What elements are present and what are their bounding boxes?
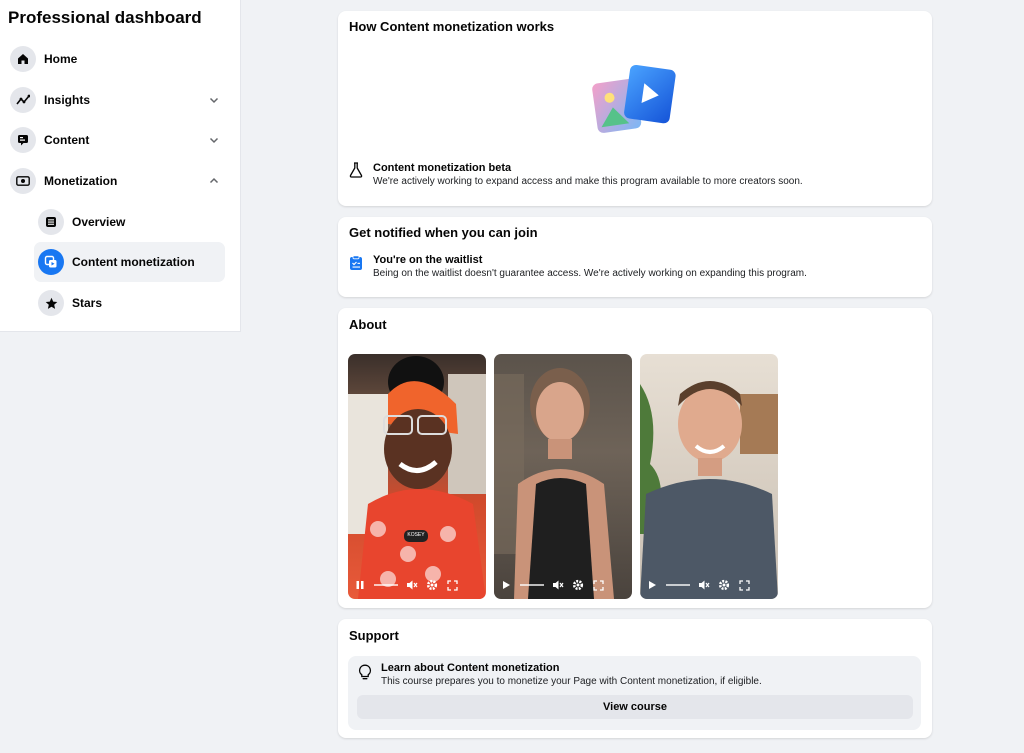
stars-icon — [38, 290, 64, 316]
sidebar-item-label: Stars — [72, 296, 103, 310]
chevron-down-icon — [209, 97, 219, 104]
card-title: Get notified when you can join — [349, 225, 538, 240]
beta-description: We're actively working to expand access … — [373, 176, 803, 187]
chevron-down-icon — [209, 137, 219, 144]
lightbulb-icon — [358, 664, 372, 681]
sidebar-item-content[interactable]: Content — [6, 120, 225, 160]
card-title: How Content monetization works — [349, 19, 555, 34]
sidebar-item-label: Monetization — [44, 174, 118, 188]
beta-title: Content monetization beta — [373, 162, 512, 174]
fullscreen-icon[interactable] — [446, 579, 458, 591]
insights-icon — [10, 87, 36, 113]
pause-icon[interactable] — [354, 579, 366, 591]
chevron-up-icon — [209, 177, 219, 184]
fullscreen-icon[interactable] — [592, 579, 604, 591]
mute-icon[interactable] — [698, 579, 710, 591]
sidebar-item-overview[interactable]: Overview — [34, 202, 225, 242]
card-title: About — [349, 317, 387, 332]
play-icon[interactable] — [646, 579, 658, 591]
mute-icon[interactable] — [552, 579, 564, 591]
video-controls — [348, 571, 486, 599]
settings-gear-icon[interactable] — [718, 579, 730, 591]
mute-icon[interactable] — [406, 579, 418, 591]
video-player[interactable]: KOSEY — [348, 354, 486, 599]
learn-description: This course prepares you to monetize you… — [381, 676, 762, 687]
waitlist-description: Being on the waitlist doesn't guarantee … — [373, 268, 807, 279]
how-it-works-card: How Content monetization works Content m… — [338, 11, 932, 206]
sidebar-item-content-monetization[interactable]: Content monetization — [34, 242, 225, 282]
video-player[interactable] — [640, 354, 778, 599]
learn-info: Learn about Content monetization This co… — [381, 662, 762, 687]
video-player[interactable] — [494, 354, 632, 599]
get-notified-card: Get notified when you can join You're on… — [338, 217, 932, 297]
video-controls — [494, 571, 632, 599]
shirt-badge: KOSEY — [407, 532, 425, 538]
progress-bar[interactable] — [374, 584, 398, 586]
overview-icon — [38, 209, 64, 235]
beta-info: Content monetization beta We're actively… — [373, 162, 803, 187]
card-title: Support — [349, 628, 399, 643]
play-icon[interactable] — [500, 579, 512, 591]
view-course-button[interactable]: View course — [357, 695, 913, 719]
sidebar-item-label: Insights — [44, 93, 91, 107]
video-thumbnail — [494, 368, 614, 599]
learn-title: Learn about Content monetization — [381, 662, 560, 674]
sidebar-item-insights[interactable]: Insights — [6, 80, 225, 120]
waitlist-title: You're on the waitlist — [373, 254, 483, 266]
video-thumbnail — [348, 356, 486, 599]
sidebar-item-home[interactable]: Home — [6, 39, 225, 79]
progress-bar[interactable] — [520, 584, 544, 586]
flask-icon — [349, 162, 363, 178]
monetization-icon — [10, 168, 36, 194]
sidebar-item-label: Home — [44, 52, 78, 66]
sidebar-item-label: Overview — [72, 215, 126, 229]
fullscreen-icon[interactable] — [738, 579, 750, 591]
sidebar-item-stars[interactable]: Stars — [34, 283, 225, 323]
video-thumbnail — [640, 381, 778, 599]
home-icon — [10, 46, 36, 72]
content-icon — [10, 127, 36, 153]
clipboard-check-icon — [349, 255, 363, 271]
progress-bar[interactable] — [666, 584, 690, 586]
settings-gear-icon[interactable] — [426, 579, 438, 591]
waitlist-info: You're on the waitlist Being on the wait… — [373, 254, 807, 279]
content-monetization-icon — [38, 249, 64, 275]
sidebar: Professional dashboard Home Insights Con… — [0, 0, 241, 332]
sidebar-item-label: Content — [44, 133, 90, 147]
sidebar-item-label: Content monetization — [72, 255, 195, 269]
page-title: Professional dashboard — [8, 8, 202, 27]
content-monetization-illustration — [591, 63, 679, 139]
sidebar-item-monetization[interactable]: Monetization — [6, 161, 225, 201]
video-controls — [640, 571, 778, 599]
settings-gear-icon[interactable] — [572, 579, 584, 591]
